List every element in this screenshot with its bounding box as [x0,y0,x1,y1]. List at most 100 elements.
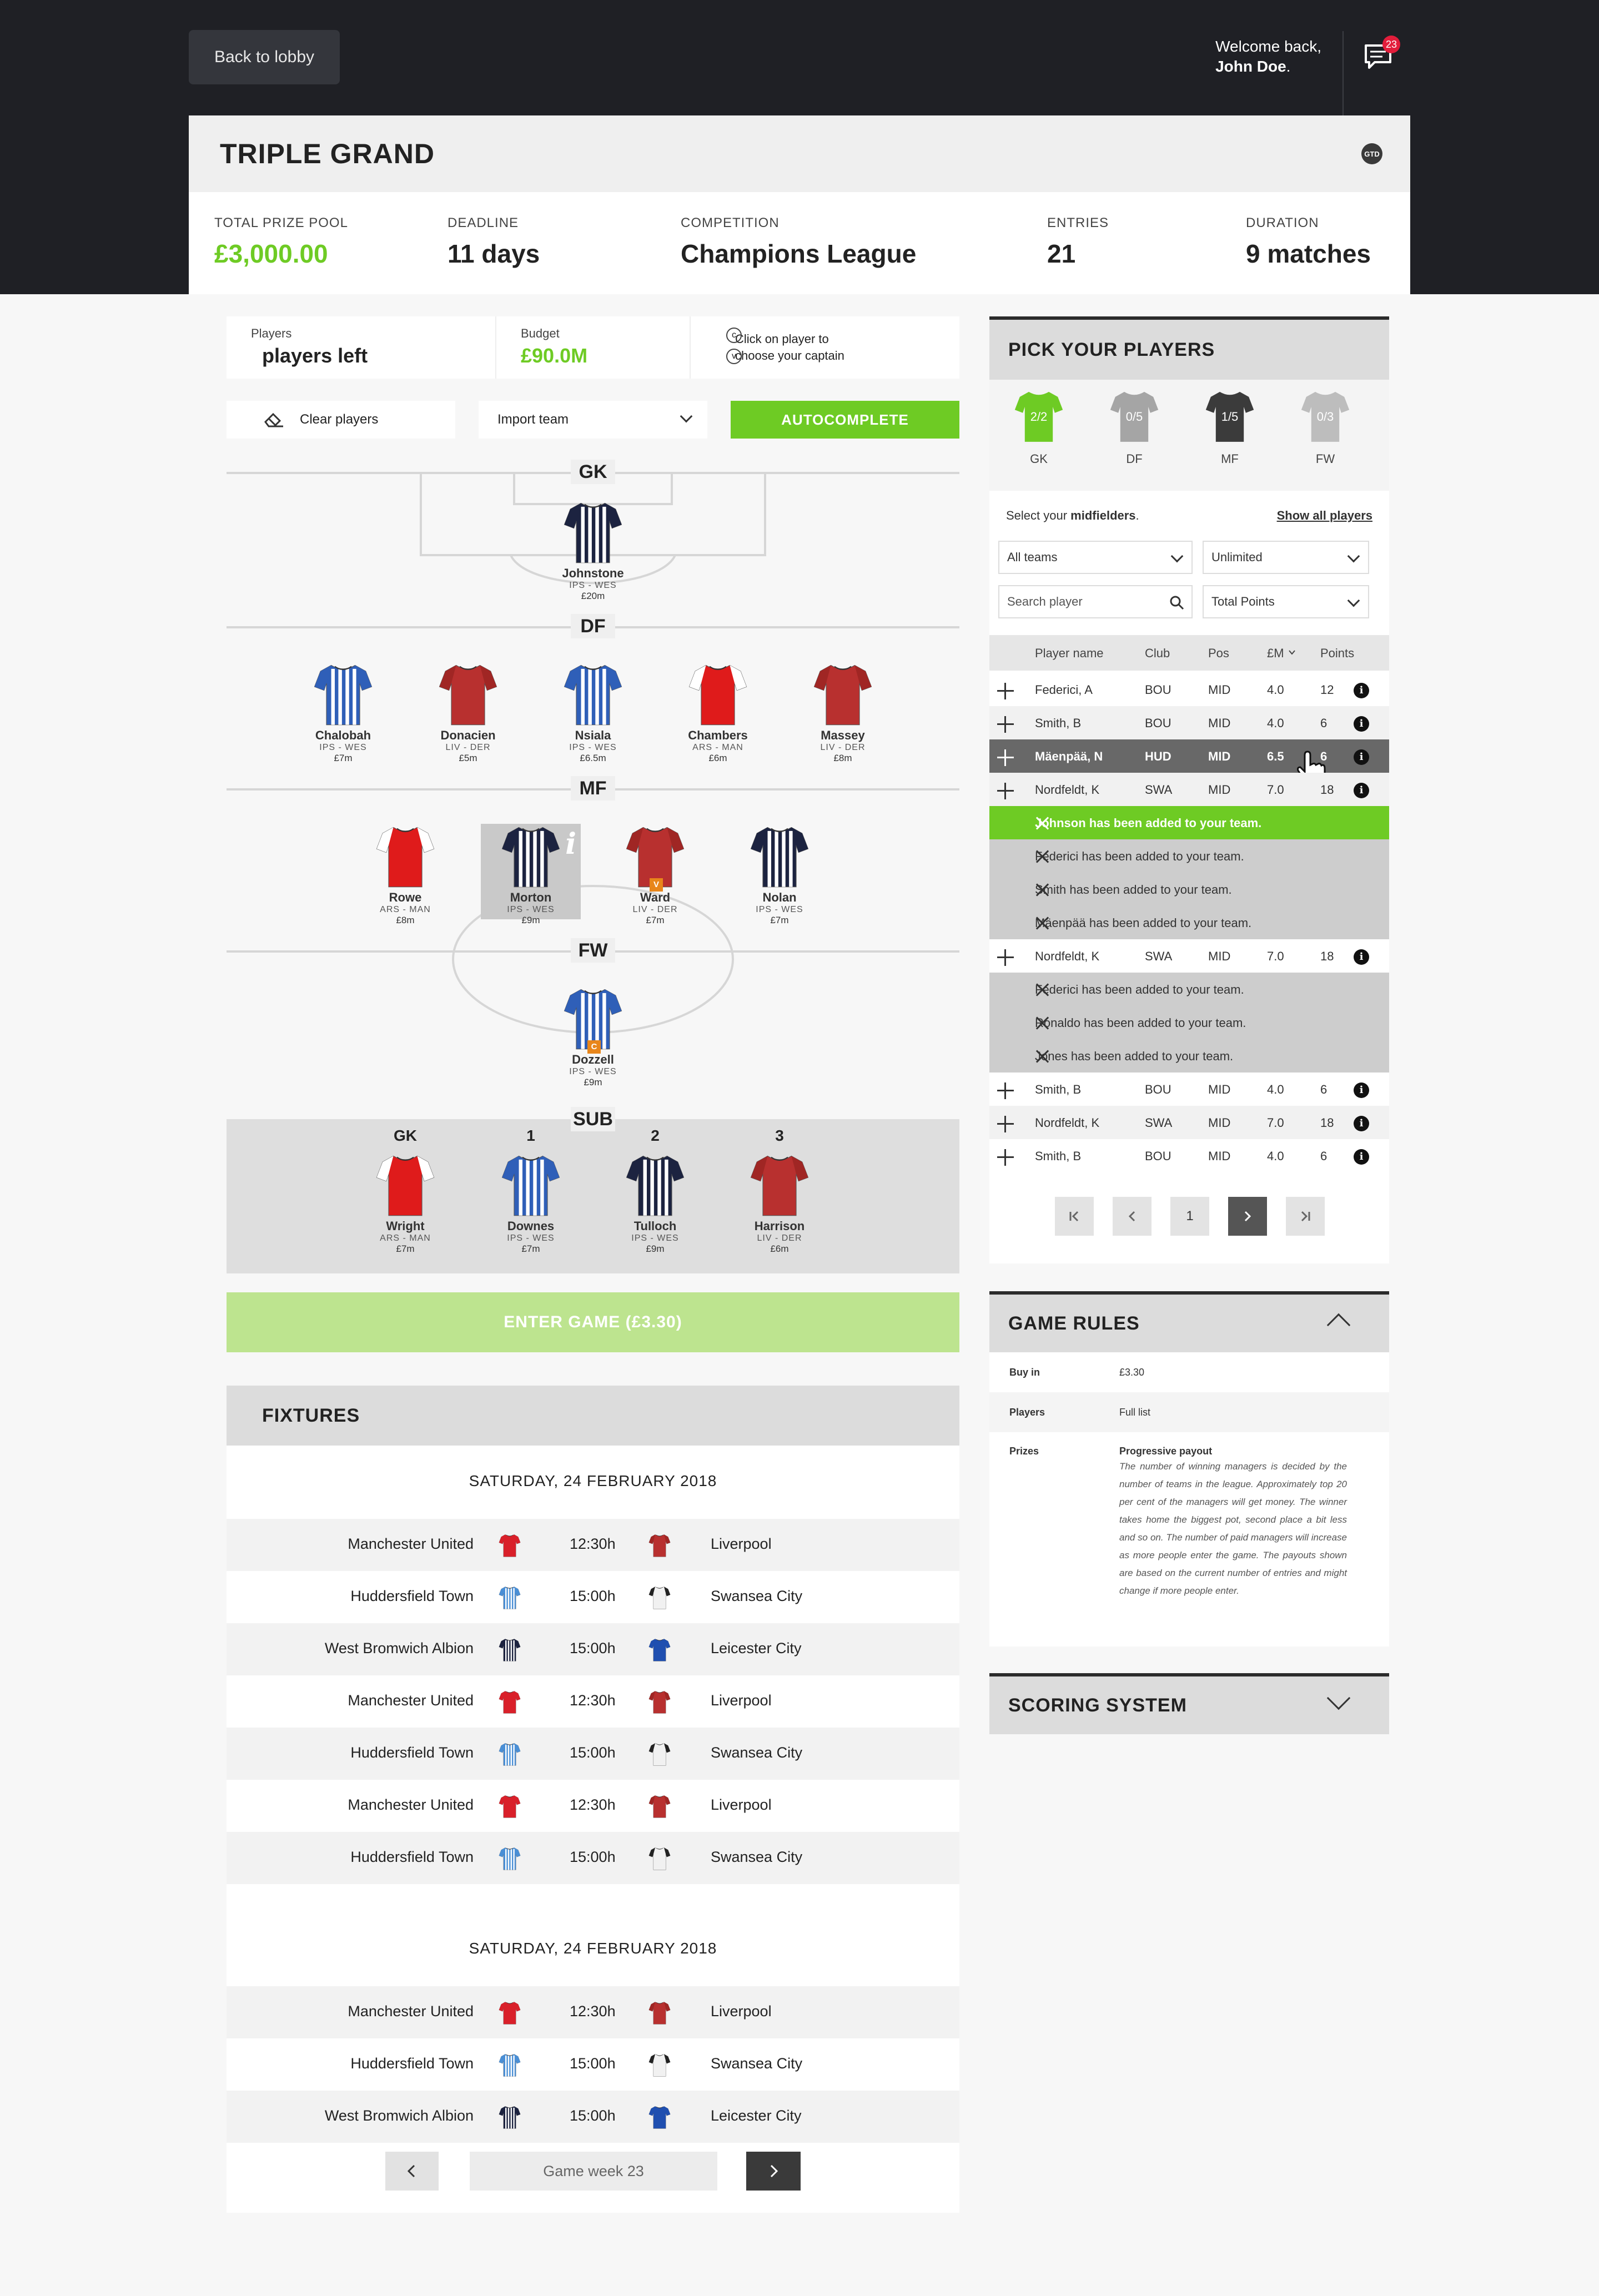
shirt-icon [501,1155,560,1216]
col-price[interactable]: £M [1267,646,1284,661]
player-card[interactable]: Donacien LIV - DER £5m [418,662,518,763]
team-filter-select[interactable]: All teams [998,541,1193,574]
fixture-row[interactable]: West Bromwich Albion 15:00h Leicester City [227,2091,959,2143]
search-player-input[interactable]: Search player [998,585,1193,618]
player-row[interactable]: Federici, A BOU MID 4.0 12 i [989,673,1389,706]
home-kit-icon [499,1846,521,1871]
player-card[interactable]: Wright ARS - MAN £7m [355,1152,455,1254]
player-row[interactable]: Nordfeldt, K SWA MID 7.0 18 i [989,1106,1389,1139]
enter-game-button[interactable]: ENTER GAME (£3.30) [227,1292,959,1352]
player-row[interactable]: Nordfeldt, K SWA MID 7.0 18 i [989,773,1389,806]
add-player-icon[interactable] [997,1082,1014,1099]
position-tab-df[interactable]: 0/5 DF [1098,386,1170,466]
back-to-lobby-button[interactable]: Back to lobby [189,30,340,84]
col-player-name[interactable]: Player name [1035,646,1104,661]
fixture-row[interactable]: Huddersfield Town 15:00h Swansea City [227,1832,959,1884]
info-icon[interactable]: i [1354,683,1369,698]
position-tab-fw[interactable]: 0/3 FW [1289,386,1361,466]
player-card[interactable]: Chambers ARS - MAN £6m [668,662,768,763]
shirt-icon [501,827,560,888]
scoring-system-header[interactable]: SCORING SYSTEM [989,1676,1389,1734]
info-icon[interactable]: i [1354,749,1369,765]
import-team-dropdown[interactable]: Import team [479,401,707,439]
player-card[interactable]: Rowe ARS - MAN £8m [355,824,455,925]
chevron-left-icon [1128,1211,1135,1222]
position-tab-gk[interactable]: 2/2 GK [1003,386,1075,466]
fixture-row[interactable]: Huddersfield Town 15:00h Swansea City [227,1571,959,1623]
add-player-icon[interactable] [997,783,1014,799]
fixture-row[interactable]: Manchester United 12:30h Liverpool [227,1519,959,1571]
current-page[interactable]: 1 [1170,1197,1209,1236]
next-gameweek-button[interactable] [746,2152,801,2191]
info-icon[interactable]: i [1354,1149,1369,1165]
info-icon[interactable]: i [1354,716,1369,732]
budget-filter-select[interactable]: Unlimited [1203,541,1369,574]
player-card[interactable]: Nsiala IPS - WES £6.5m [543,662,643,763]
add-player-icon[interactable] [997,749,1014,766]
notification-badge: 23 [1382,36,1400,53]
player-price: 7.0 [1267,949,1284,963]
player-card[interactable]: Nolan IPS - WES £7m [730,824,829,925]
fixture-row[interactable]: West Bromwich Albion 15:00h Leicester City [227,1623,959,1675]
player-card[interactable]: Morton IPS - WES £9m i [481,824,581,925]
player-card[interactable]: Downes IPS - WES £7m [481,1152,581,1254]
sort-select[interactable]: Total Points [1203,585,1369,618]
fixture-row[interactable]: Manchester United 12:30h Liverpool [227,1675,959,1728]
captain-hint-cell: c v Click on player to choose your capta… [691,316,959,379]
add-player-icon[interactable] [997,1116,1014,1132]
player-row[interactable]: Smith, B BOU MID 4.0 6 i [989,1139,1389,1172]
info-icon[interactable]: i [565,827,576,861]
first-page-button[interactable] [1055,1197,1094,1236]
fixture-row[interactable]: Huddersfield Town 15:00h Swansea City [227,2038,959,2091]
game-rules-header[interactable]: GAME RULES [989,1295,1389,1352]
clear-players-button[interactable]: Clear players [227,401,455,439]
add-player-icon[interactable] [997,683,1014,699]
player-card[interactable]: V Ward LIV - DER £7m [605,824,705,925]
player-row[interactable]: Smith, B BOU MID 4.0 6 i [989,1073,1389,1106]
autocomplete-button[interactable]: AUTOCOMPLETE [731,401,959,439]
away-kit-icon [648,1585,671,1610]
previous-page-button[interactable] [1113,1197,1152,1236]
player-card[interactable]: Chalobah IPS - WES £7m [293,662,393,763]
player-row[interactable]: Nordfeldt, K SWA MID 7.0 18 i [989,939,1389,973]
show-all-players-link[interactable]: Show all players [1277,508,1372,523]
col-pos[interactable]: Pos [1208,646,1229,661]
player-card[interactable]: C Dozzell IPS - WES £9m [543,986,643,1087]
away-kit-icon [648,1587,671,1609]
fixture-row[interactable]: Huddersfield Town 15:00h Swansea City [227,1728,959,1780]
player-price: £7m [396,1243,415,1254]
home-kit-icon [499,2002,521,2025]
player-row[interactable]: Mäenpää, N HUD MID 6.5 6 i [989,739,1389,784]
fixture-row[interactable]: Manchester United 12:30h Liverpool [227,1780,959,1832]
player-row[interactable]: Smith, B BOU MID 4.0 6 i [989,706,1389,739]
last-page-button[interactable] [1286,1197,1325,1236]
fixture-row[interactable]: Manchester United 12:30h Liverpool [227,1986,959,2038]
prizes-value: Progressive payout [1119,1446,1213,1457]
player-card[interactable]: Johnstone IPS - WES £20m [543,500,643,601]
info-icon[interactable]: i [1354,783,1369,798]
pick-players-panel: PICK YOUR PLAYERS 2/2 GK 0/5 DF 1/5 MF 0/3 FW S… [989,316,1389,1263]
info-icon[interactable]: i [1354,1116,1369,1131]
chevron-down-icon[interactable] [1326,1686,1351,1710]
player-price: 4.0 [1267,716,1284,730]
add-player-icon[interactable] [997,949,1014,966]
previous-gameweek-button[interactable] [385,2152,439,2191]
shirt-icon [314,664,373,726]
info-icon[interactable]: i [1354,1082,1369,1098]
away-team: Leicester City [711,2107,802,2124]
player-pos: MID [1208,783,1231,797]
player-card[interactable]: Harrison LIV - DER £6m [730,1152,829,1254]
col-points[interactable]: Points [1320,646,1354,661]
player-card[interactable]: Massey LIV - DER £8m [793,662,893,763]
home-kit-icon [499,1795,521,1818]
chevron-up-icon[interactable] [1326,1313,1351,1337]
next-page-button[interactable] [1228,1197,1267,1236]
add-player-icon[interactable] [997,716,1014,733]
position-tab-mf[interactable]: 1/5 MF [1194,386,1266,466]
info-icon[interactable]: i [1354,949,1369,965]
col-club[interactable]: Club [1145,646,1170,661]
away-team: Swansea City [711,1744,803,1761]
player-card[interactable]: Tulloch IPS - WES £9m [605,1152,705,1254]
add-player-icon[interactable] [997,1149,1014,1166]
position-label-gk: GK [571,460,615,484]
